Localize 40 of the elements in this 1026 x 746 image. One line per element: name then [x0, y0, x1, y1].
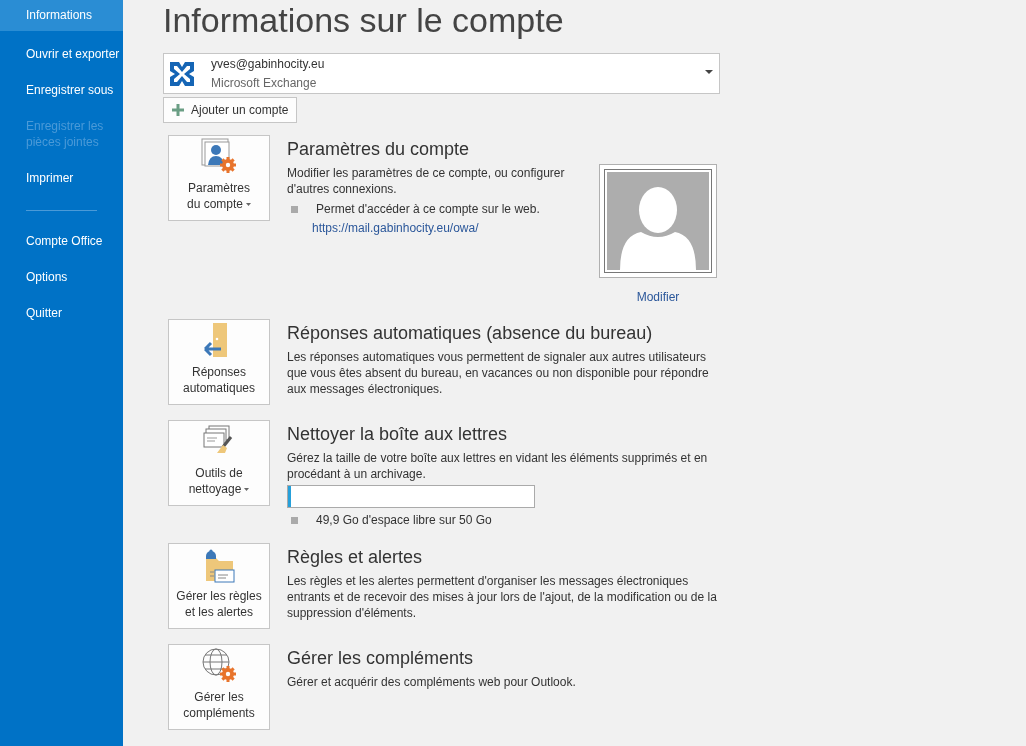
bullet-icon [291, 516, 298, 524]
section-heading: Gérer les compléments [287, 647, 475, 670]
sidebar-item[interactable]: Ouvrir et exporter [0, 37, 123, 71]
account-email: yves@gabinhocity.eu [211, 55, 325, 73]
bullet-text: 49,9 Go d'espace libre sur 50 Go [316, 512, 492, 528]
sidebar-item[interactable]: Quitter [0, 296, 123, 330]
bullet-text: Permet d'accéder à ce compte sur le web. [316, 201, 540, 217]
account-type: Microsoft Exchange [211, 74, 318, 92]
section-button[interactable]: Paramètres du compte [168, 135, 270, 221]
section-description: Gérer et acquérir des compléments web pour Outlook. [287, 674, 577, 690]
caret-icon [244, 488, 250, 492]
section-description: Les réponses automatiques vous permettent de signaler aux autres utilisateurs que vous êtes absent du bureau, en vacances ou non disponible pour répondre aux messages électroniques. [287, 349, 710, 397]
section-description: Modifier les paramètres de ce compte, ou configurer d'autres connexions. [287, 165, 566, 197]
section-button[interactable]: Gérer les compléments [168, 644, 270, 730]
page-title: Informations sur le compte [163, 0, 565, 40]
sidebar-item[interactable]: Options [0, 260, 123, 294]
caret-icon [246, 203, 251, 207]
bullet-icon [291, 205, 298, 213]
section-description: Les règles et les alertes permettent d'organiser les messages électroniques entrants et de recevoir des mises à jour lors de l'ajout, de la modification ou de la suppression d'éléments. [287, 573, 717, 621]
globe-gear-icon [201, 647, 237, 683]
exchange-logo-icon [168, 59, 196, 88]
sidebar-item[interactable]: Informations [0, 0, 123, 31]
section-button[interactable]: Réponses automatiques [168, 319, 270, 405]
section-heading: Paramètres du compte [287, 138, 471, 161]
section-heading: Règles et alertes [287, 546, 424, 569]
plus-icon [172, 104, 184, 116]
web-link[interactable]: https://mail.gabinhocity.eu/owa/ [312, 220, 577, 236]
section-heading: Réponses automatiques (absence du bureau) [287, 322, 654, 345]
sidebar-item[interactable]: Compte Office [0, 224, 123, 258]
add-account-button[interactable]: Ajouter un compte [163, 97, 298, 123]
sidebar-item[interactable]: Imprimer [0, 161, 123, 195]
section-button[interactable]: Outils de nettoyage [168, 420, 270, 506]
modify-photo-link[interactable]: Modifier [636, 290, 680, 304]
sidebar-item[interactable]: Enregistrer sous [0, 73, 123, 107]
caret-icon [705, 70, 713, 74]
section-description: Gérez la taille de votre boîte aux lettres en vidant les éléments supprimés et en procédant à un archivage. [287, 450, 709, 482]
section-button[interactable]: Gérer les règles et les alertes [168, 543, 270, 629]
account-dropdown[interactable]: yves@gabinhocity.eu Microsoft Exchange [163, 53, 720, 94]
section-heading: Nettoyer la boîte aux lettres [287, 423, 509, 446]
account-settings-icon [201, 138, 237, 174]
